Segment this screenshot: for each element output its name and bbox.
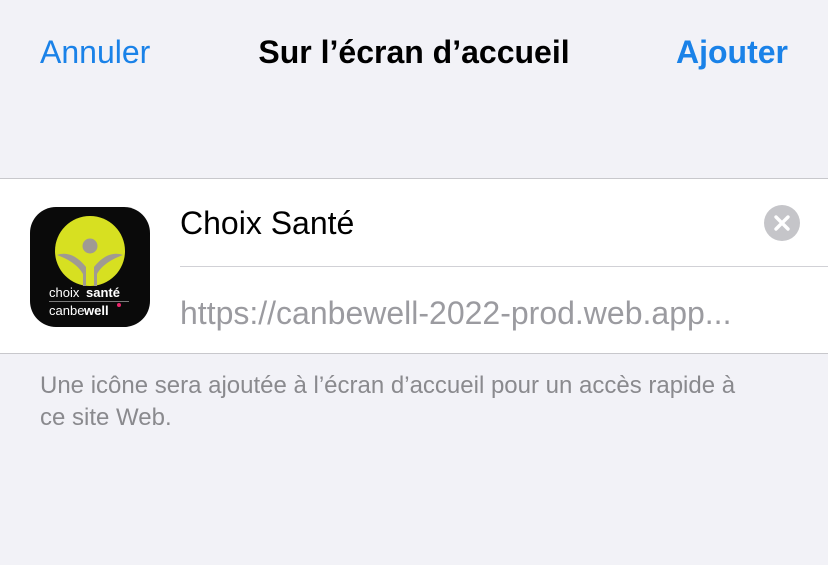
bookmark-card: choix santé canbe well https://canbewell… (0, 178, 828, 354)
field-divider (180, 266, 828, 267)
footnote-text: Une icône sera ajoutée à l’écran d’accue… (40, 372, 736, 431)
svg-text:well: well (83, 303, 109, 318)
svg-text:choix: choix (49, 285, 80, 300)
choix-sante-logo-icon: choix santé canbe well (49, 216, 129, 318)
app-icon: choix santé canbe well (30, 207, 150, 327)
svg-text:santé: santé (86, 285, 120, 300)
add-button[interactable]: Ajouter (676, 32, 788, 72)
clear-text-button[interactable] (764, 205, 800, 241)
clear-x-icon (774, 215, 790, 231)
bookmark-url: https://canbewell-2022-prod.web.app... (180, 295, 732, 331)
svg-text:canbe: canbe (49, 303, 84, 318)
navigation-bar: Annuler Sur l’écran d’accueil Ajouter (0, 0, 828, 105)
bookmark-name-input[interactable] (180, 199, 740, 247)
